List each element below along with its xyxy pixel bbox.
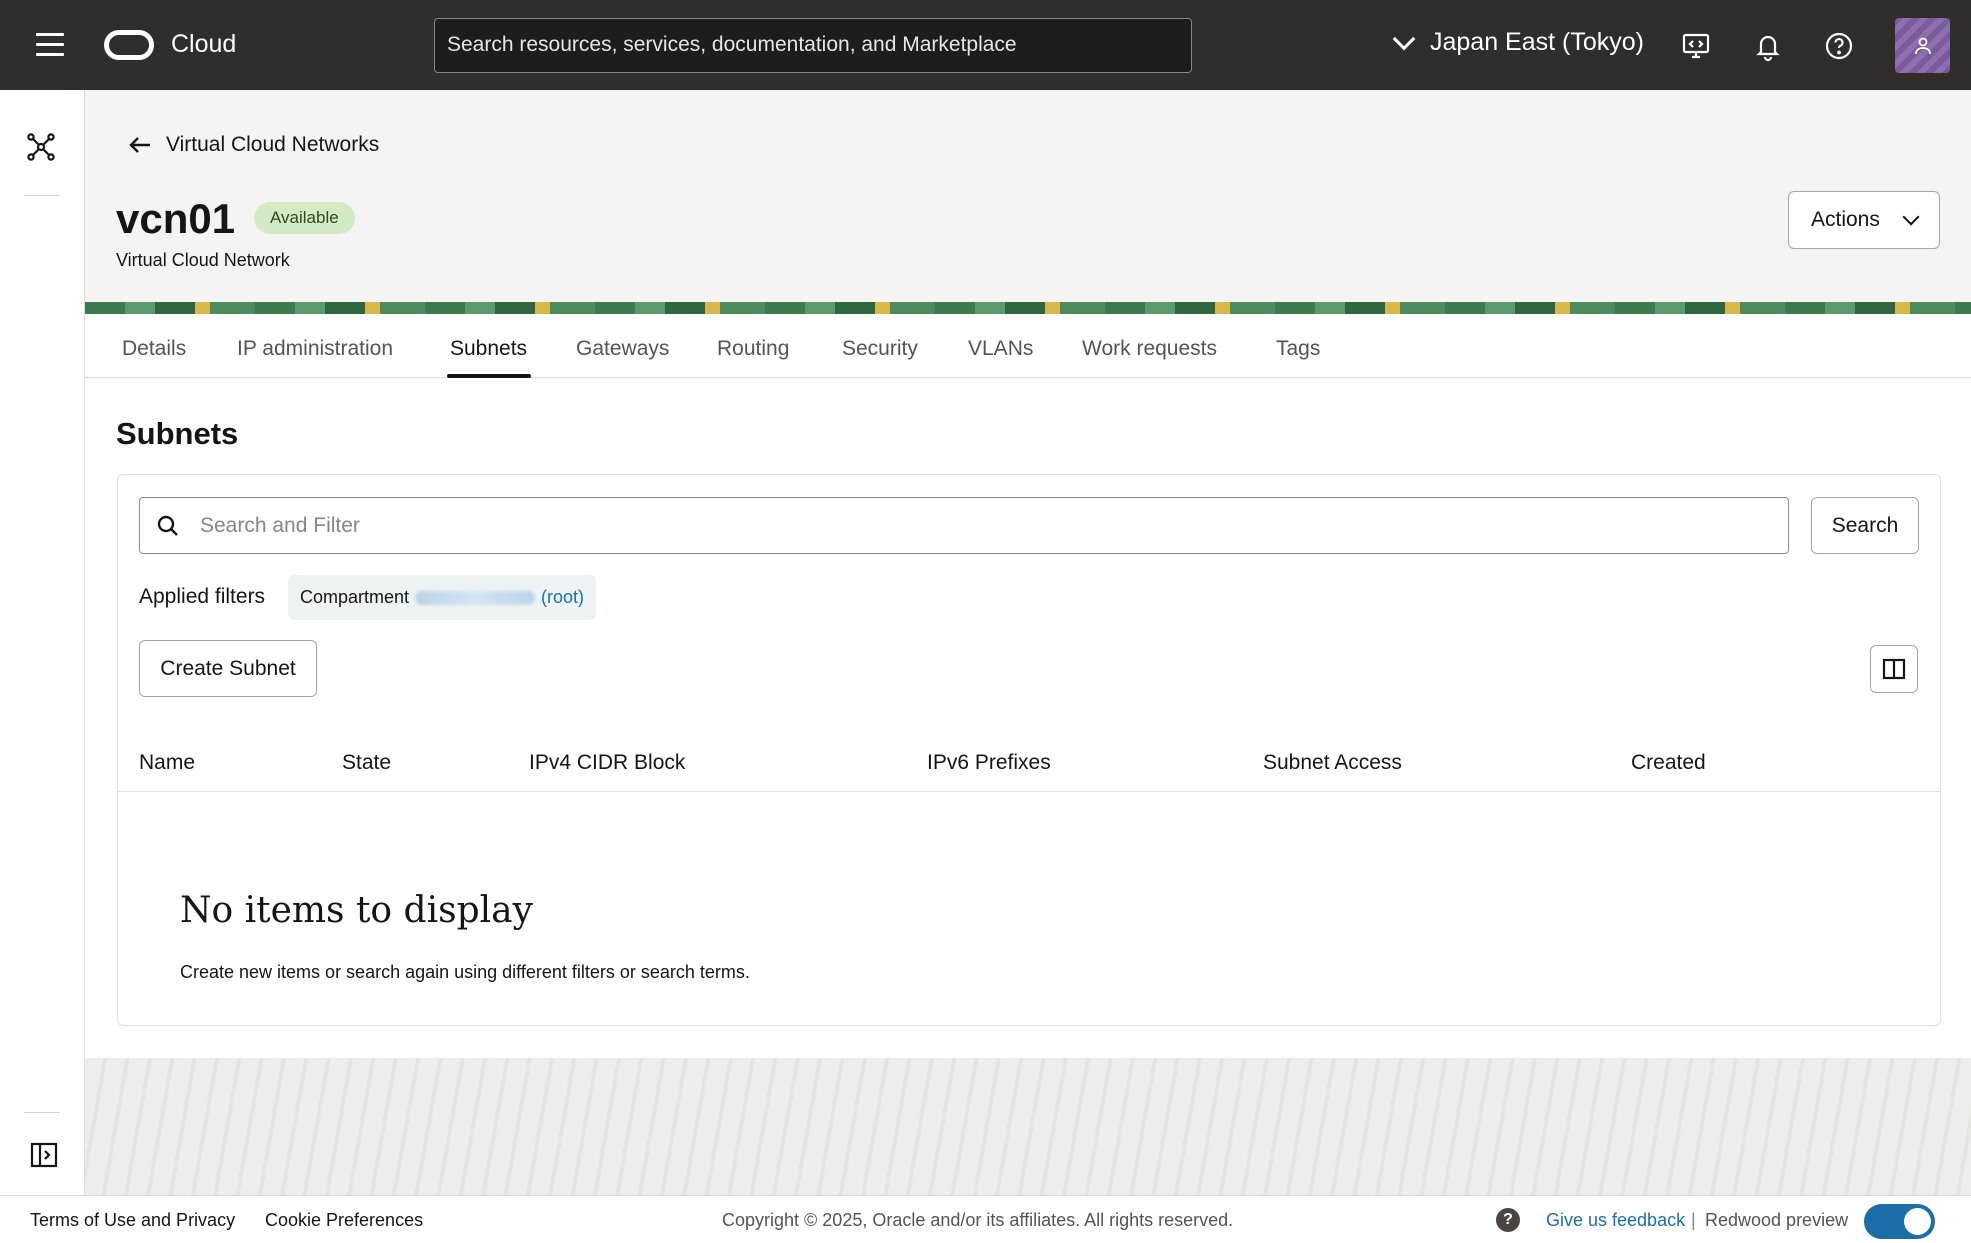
tab-details[interactable]: Details	[122, 337, 186, 361]
column-header-ipv4-cidr[interactable]: IPv4 CIDR Block	[529, 751, 685, 775]
oracle-logo-icon[interactable]	[104, 30, 154, 60]
create-subnet-button[interactable]: Create Subnet	[139, 640, 317, 697]
actions-button[interactable]: Actions	[1788, 191, 1940, 249]
search-button[interactable]: Search	[1811, 497, 1919, 554]
brand-label[interactable]: Cloud	[171, 30, 236, 59]
back-link-label: Virtual Cloud Networks	[166, 133, 380, 156]
rail-divider	[24, 1112, 60, 1113]
terms-link[interactable]: Terms of Use and Privacy	[30, 1210, 235, 1231]
footer: Terms of Use and Privacy Cookie Preferen…	[0, 1195, 1971, 1243]
column-settings-button[interactable]	[1870, 645, 1918, 693]
compartment-filter-chip[interactable]: Compartment (root)	[288, 575, 597, 620]
arrow-left-icon	[129, 137, 150, 153]
tab-subnets[interactable]: Subnets	[450, 337, 527, 361]
column-header-state[interactable]: State	[342, 751, 391, 775]
page-title: vcn01	[116, 195, 236, 242]
tab-vlans[interactable]: VLANs	[968, 337, 1033, 361]
decorative-background	[85, 1058, 1971, 1195]
redwood-preview-toggle[interactable]	[1864, 1204, 1935, 1239]
tab-tags[interactable]: Tags	[1276, 337, 1320, 361]
redacted-compartment-name	[415, 590, 536, 605]
user-icon	[1914, 37, 1931, 54]
left-rail	[0, 90, 85, 1195]
help-icon[interactable]	[1823, 30, 1855, 62]
columns-icon	[1882, 658, 1906, 680]
filter-chip-prefix: Compartment	[300, 587, 410, 607]
copyright-text: Copyright © 2025, Oracle and/or its affi…	[722, 1210, 1234, 1230]
bell-icon[interactable]	[1752, 30, 1784, 62]
filter-text-field[interactable]	[200, 513, 1700, 538]
cookie-preferences-link[interactable]: Cookie Preferences	[265, 1210, 423, 1231]
redwood-preview-label: Redwood preview	[1705, 1210, 1849, 1230]
column-header-subnet-access[interactable]: Subnet Access	[1263, 751, 1402, 775]
search-icon	[157, 515, 178, 536]
menu-icon[interactable]	[36, 33, 64, 57]
tab-work-requests[interactable]: Work requests	[1082, 337, 1217, 361]
footer-separator: |	[1691, 1210, 1696, 1230]
chevron-down-icon	[1902, 208, 1920, 226]
empty-state-title: No items to display	[180, 890, 533, 931]
region-label: Japan East (Tokyo)	[1430, 28, 1644, 56]
page-subtitle: Virtual Cloud Network	[116, 250, 290, 270]
tab-gateways[interactable]: Gateways	[576, 337, 669, 361]
top-bar: Cloud Search resources, services, docume…	[0, 0, 1971, 90]
global-search-input[interactable]: Search resources, services, documentatio…	[434, 18, 1192, 73]
tab-security[interactable]: Security	[842, 337, 918, 361]
tab-ip-administration[interactable]: IP administration	[237, 337, 393, 361]
developer-tools-icon[interactable]	[1680, 30, 1712, 62]
decorative-banner	[85, 302, 1971, 314]
section-title: Subnets	[116, 416, 239, 451]
search-and-filter-input[interactable]	[139, 497, 1789, 554]
tab-routing[interactable]: Routing	[717, 337, 789, 361]
rail-divider	[24, 195, 60, 196]
expand-panel-icon[interactable]	[30, 1142, 58, 1168]
region-selector[interactable]: Japan East (Tokyo)	[1392, 27, 1644, 57]
applied-filters-label: Applied filters	[139, 585, 266, 608]
column-header-created[interactable]: Created	[1631, 751, 1706, 775]
status-badge: Available	[254, 202, 355, 234]
feedback-link[interactable]: Give us feedback	[1546, 1210, 1685, 1231]
table-header-row: Name State IPv4 CIDR Block IPv6 Prefixes…	[117, 735, 1941, 792]
filter-chip-suffix: (root)	[541, 587, 585, 607]
tab-bar: Details IP administration Subnets Gatewa…	[85, 314, 1971, 378]
empty-state-description: Create new items or search again using d…	[180, 962, 750, 982]
user-avatar[interactable]	[1895, 18, 1950, 73]
column-header-ipv6-prefixes[interactable]: IPv6 Prefixes	[927, 751, 1051, 775]
toggle-knob	[1904, 1208, 1931, 1235]
column-header-name[interactable]: Name	[139, 751, 195, 775]
back-to-vcns-link[interactable]: Virtual Cloud Networks	[128, 133, 379, 157]
chevron-down-icon	[1392, 27, 1416, 50]
help-icon[interactable]: ?	[1496, 1208, 1520, 1232]
networking-icon[interactable]	[26, 132, 56, 162]
actions-label: Actions	[1811, 208, 1880, 231]
